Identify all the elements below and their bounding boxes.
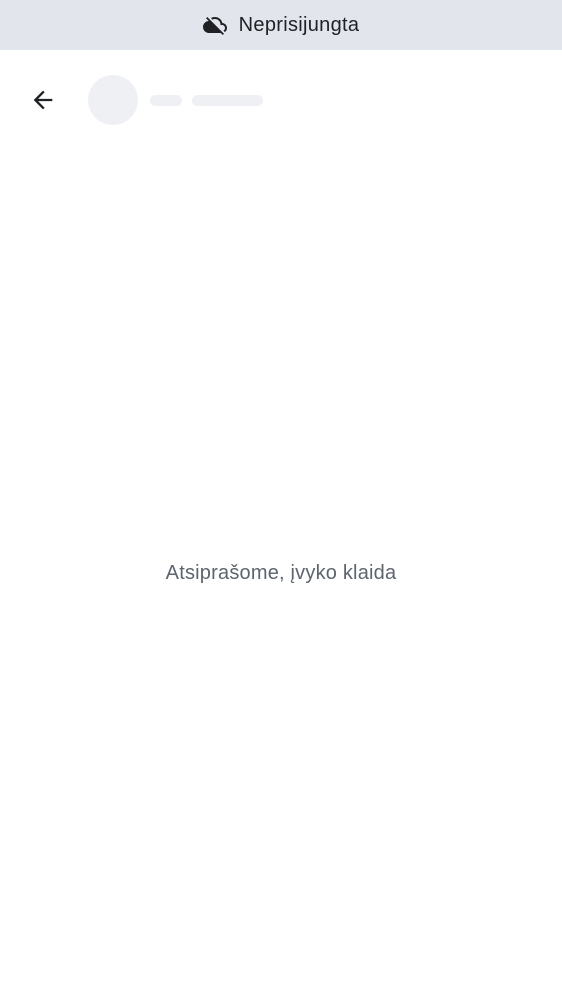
offline-status-text: Neprisijungta [238, 13, 360, 36]
title-placeholder-short [150, 95, 182, 106]
title-placeholder-long [192, 95, 263, 106]
conversation-header [0, 50, 562, 150]
back-button[interactable] [19, 76, 67, 124]
arrow-left-icon [33, 90, 53, 110]
error-message: Atsiprašome, įvyko klaida [165, 562, 397, 584]
avatar-placeholder [88, 75, 138, 125]
cloud-off-icon [202, 13, 227, 37]
offline-status-banner: Neprisijungta [0, 0, 562, 50]
